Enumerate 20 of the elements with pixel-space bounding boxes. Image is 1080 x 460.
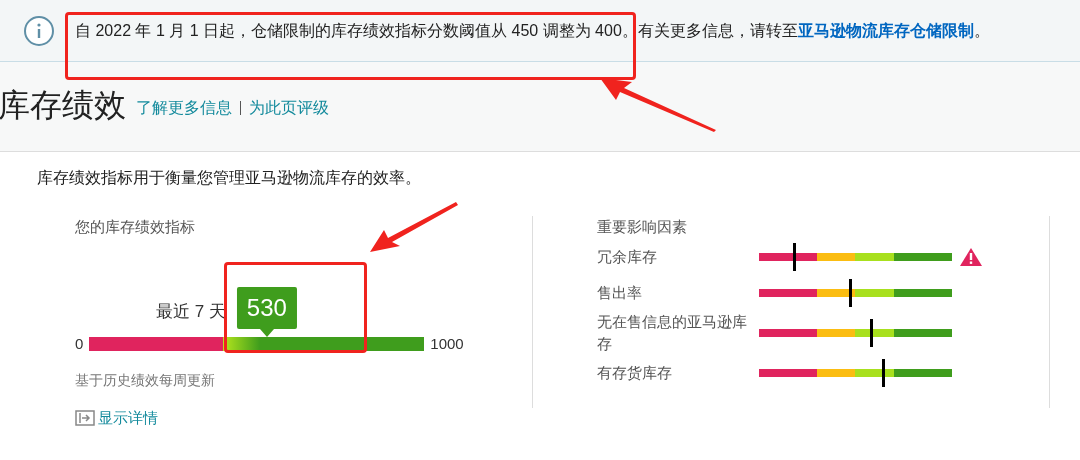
header-link[interactable]: 了解更多信息 — [136, 95, 232, 120]
factor-label: 有存货库存 — [597, 362, 673, 383]
notice-text: 自 2022 年 1 月 1 日起，仓储限制的库存绩效指标分数阈值从 450 调整为 400。有关更多信息，请转至亚马逊物流库存仓储限制。 — [75, 20, 990, 41]
scale-max: 1000 — [430, 334, 464, 354]
score-value: 530 — [236, 287, 297, 330]
factor-label: 无在售信息的亚马逊库存 — [597, 311, 748, 354]
period-label: 最近 7 天 — [156, 300, 226, 323]
header-link[interactable]: 为此页评级 — [249, 95, 329, 120]
expand-icon — [75, 409, 95, 426]
show-details-link[interactable]: 显示详情 — [75, 406, 158, 429]
notice-link[interactable]: 亚马逊物流库存仓储限制 — [797, 21, 974, 39]
score-heading: 您的库存绩效指标 — [75, 217, 196, 237]
factors-heading: 重要影响因素 — [597, 217, 688, 237]
scale-min: 0 — [75, 334, 84, 354]
update-note: 基于历史绩效每周更新 — [75, 370, 216, 390]
factor-label: 冗余库存 — [597, 246, 658, 267]
description-text: 库存绩效指标用于衡量您管理亚马逊物流库存的效率。 — [37, 168, 422, 188]
factor-label: 售出率 — [597, 282, 643, 303]
info-icon — [23, 14, 55, 47]
pointer-icon — [259, 329, 274, 338]
